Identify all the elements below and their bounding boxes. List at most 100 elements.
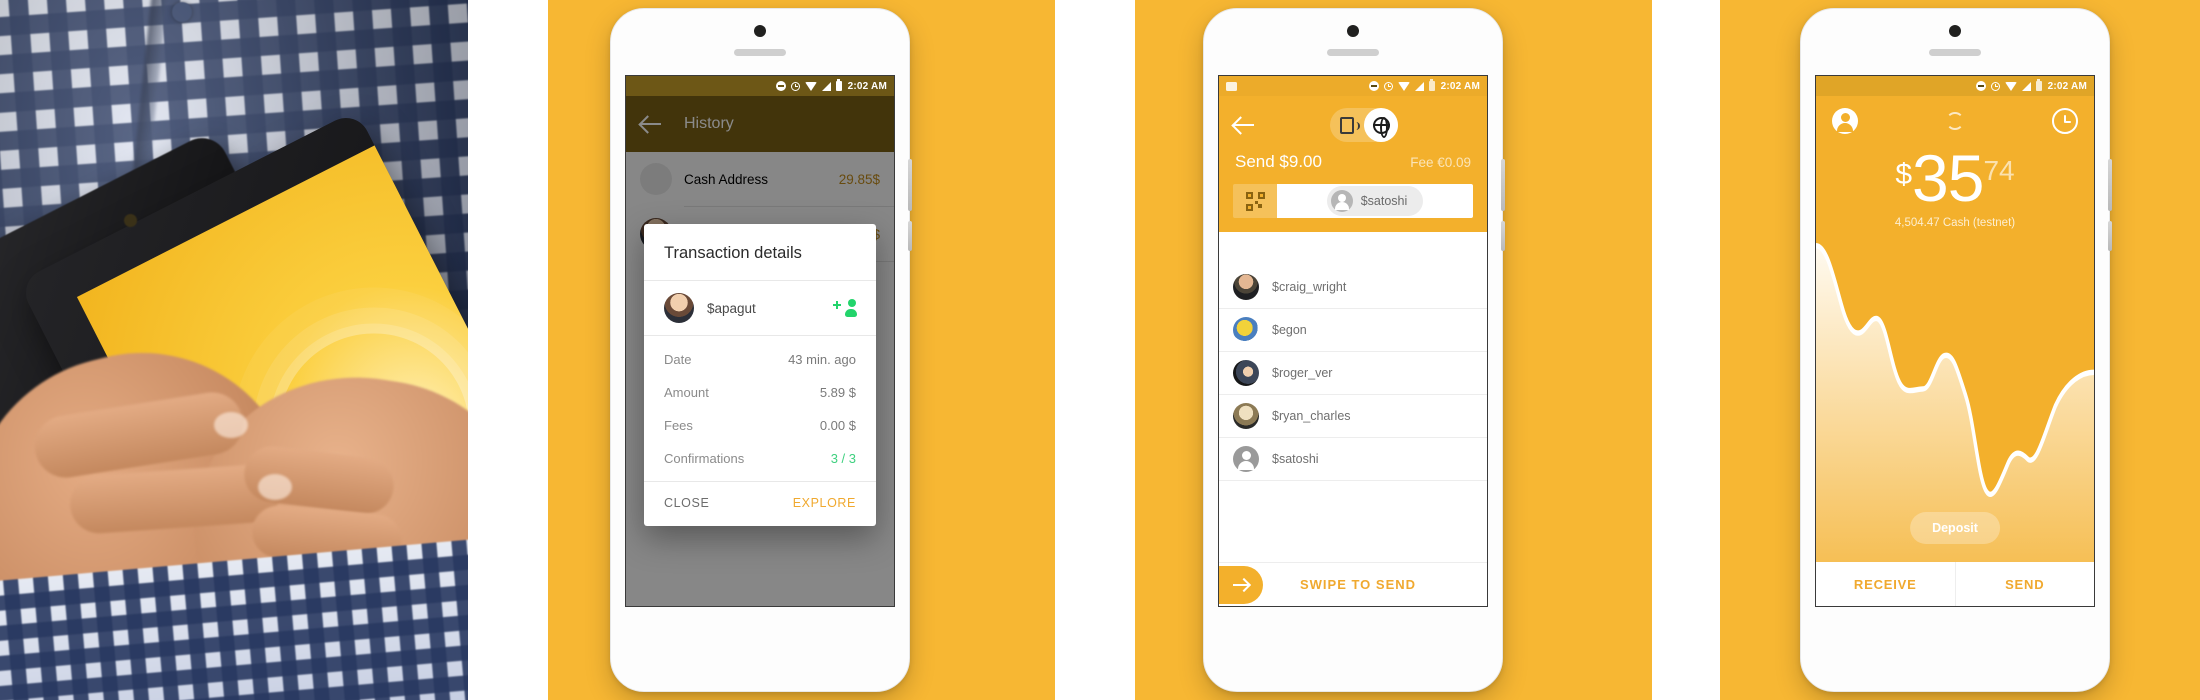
arrow-back-icon[interactable] <box>1233 114 1255 136</box>
fingernail <box>214 412 248 438</box>
detail-value: 3 / 3 <box>830 451 856 466</box>
list-item[interactable]: $ryan_charles <box>1219 395 1487 438</box>
detail-value: 0.00 $ <box>819 418 856 433</box>
alarm-icon <box>790 81 800 91</box>
avatar <box>1233 317 1259 343</box>
list-item[interactable]: $roger_ver <box>1219 352 1487 395</box>
status-bar-clock: 2:02 AM <box>2047 80 2087 92</box>
dnd-icon <box>1975 81 1986 91</box>
battery-icon <box>2035 79 2042 91</box>
signal-icon <box>821 81 831 91</box>
globe-icon[interactable] <box>1364 108 1398 142</box>
contact-handle: $satoshi <box>1272 452 1319 466</box>
detail-label: Fees <box>664 418 693 433</box>
panel-photo <box>0 0 468 700</box>
earpiece-speaker <box>734 49 786 56</box>
status-bar-icons <box>775 79 842 91</box>
status-bar-icons <box>1975 79 2042 91</box>
wifi-icon <box>804 81 817 91</box>
avatar <box>1233 360 1259 386</box>
power-button[interactable] <box>1501 159 1505 211</box>
image-icon <box>1226 81 1237 91</box>
wallet-actions: RECEIVE SEND <box>1816 562 2094 606</box>
status-bar-left <box>1226 81 1369 91</box>
recipient-field[interactable]: $satoshi <box>1277 184 1473 218</box>
swipe-to-send-bar[interactable]: SWIPE TO SEND <box>1219 562 1487 606</box>
close-button[interactable]: CLOSE <box>664 496 709 510</box>
hands-holding-phones-photo <box>0 0 468 700</box>
balance: $ 35 74 <box>1895 141 2014 215</box>
balance-chart: Deposit <box>1816 229 2094 562</box>
contact-handle: $roger_ver <box>1272 366 1333 380</box>
avatar <box>1233 403 1259 429</box>
earpiece-speaker <box>1327 49 1379 56</box>
front-camera <box>1949 25 1961 37</box>
swipe-knob[interactable] <box>1219 565 1263 604</box>
dialog-actions: CLOSE EXPLORE <box>644 482 876 526</box>
detail-row-confirmations: Confirmations 3 / 3 <box>644 442 876 475</box>
status-bar: 2:02 AM <box>626 76 894 96</box>
power-button[interactable] <box>2108 159 2112 211</box>
detail-row-date: Date 43 min. ago <box>644 343 876 376</box>
transaction-details-dialog: Transaction details $apagut Date 43 min.… <box>644 224 876 526</box>
fingernail <box>258 474 292 500</box>
send-amount-label: Send $9.00 <box>1235 152 1322 171</box>
alarm-icon <box>1383 81 1393 91</box>
person-icon <box>1233 446 1259 472</box>
status-bar: 2:02 AM <box>1816 76 2094 96</box>
person-circle-icon[interactable] <box>1832 108 1858 134</box>
clock-icon[interactable] <box>2052 108 2078 134</box>
list-item[interactable]: $egon <box>1219 309 1487 352</box>
phone-screen: 2:02 AM History Cash Address 29.85$ $ Tr… <box>625 75 895 607</box>
contact-handle: $ryan_charles <box>1272 409 1351 423</box>
arrow-right-icon <box>1232 578 1250 592</box>
panel-wallet: 2:02 AM $ 35 74 4,504.47 Cash (testnet) … <box>1720 0 2200 700</box>
recipient-chip[interactable]: $satoshi <box>1326 186 1424 216</box>
phone-screen: 2:02 AM $ 35 74 4,504.47 Cash (testnet) … <box>1815 75 2095 607</box>
qr-code-icon[interactable] <box>1233 184 1277 218</box>
panel-history: 2:02 AM History Cash Address 29.85$ $ Tr… <box>548 0 1055 700</box>
history-screen: History Cash Address 29.85$ $ Transactio… <box>626 96 894 606</box>
contact-handle: $egon <box>1272 323 1307 337</box>
detail-row-fees: Fees 0.00 $ <box>644 409 876 442</box>
volume-button[interactable] <box>908 221 912 251</box>
balance-whole: 35 <box>1912 141 1984 215</box>
wifi-icon <box>1397 81 1410 91</box>
signal-icon <box>2021 81 2031 91</box>
avatar <box>1233 274 1259 300</box>
detail-value: 5.89 $ <box>819 385 856 400</box>
balance-block: $ 35 74 4,504.47 Cash (testnet) <box>1816 134 2094 229</box>
person-icon <box>1330 190 1353 212</box>
list-item[interactable]: $satoshi <box>1219 438 1487 481</box>
dialog-fields: Date 43 min. ago Amount 5.89 $ Fees 0.00… <box>644 336 876 481</box>
list-item[interactable]: $craig_wright <box>1219 266 1487 309</box>
earpiece-speaker <box>1929 49 1981 56</box>
refresh-icon[interactable] <box>1946 112 1964 130</box>
battery-icon <box>835 79 842 91</box>
power-button[interactable] <box>908 159 912 211</box>
panel-send: 2:02 AM Send $9.00 Fee €0.09 $satoshi $c… <box>1135 0 1652 700</box>
battery-icon <box>1428 79 1435 91</box>
detail-label: Date <box>664 352 692 367</box>
alarm-icon <box>1990 81 2000 91</box>
volume-button[interactable] <box>2108 221 2112 251</box>
transport-toggle[interactable] <box>1330 108 1398 142</box>
phone-frame: 2:02 AM $ 35 74 4,504.47 Cash (testnet) … <box>1800 8 2112 692</box>
send-button[interactable]: SEND <box>1956 562 2095 606</box>
detail-label: Confirmations <box>664 451 745 466</box>
phone-frame: 2:02 AM Send $9.00 Fee €0.09 $satoshi $c… <box>1203 8 1505 692</box>
send-amount-row: Send $9.00 Fee €0.09 <box>1219 144 1487 172</box>
recipient-handle: $satoshi <box>1360 194 1408 208</box>
deposit-button[interactable]: Deposit <box>1910 512 2000 544</box>
nfc-icon[interactable] <box>1330 108 1364 142</box>
add-person-icon[interactable] <box>833 299 857 317</box>
detail-label: Amount <box>664 385 709 400</box>
status-bar-clock: 2:02 AM <box>847 80 887 92</box>
volume-button[interactable] <box>1501 221 1505 251</box>
receive-button[interactable]: RECEIVE <box>1816 562 1955 606</box>
explore-button[interactable]: EXPLORE <box>793 496 856 510</box>
phone-screen: 2:02 AM Send $9.00 Fee €0.09 $satoshi $c… <box>1218 75 1488 607</box>
recipient-input[interactable]: $satoshi <box>1233 184 1473 218</box>
contacts-list: $craig_wright $egon $roger_ver $ryan_cha… <box>1219 266 1487 562</box>
send-toolbar <box>1219 96 1487 144</box>
